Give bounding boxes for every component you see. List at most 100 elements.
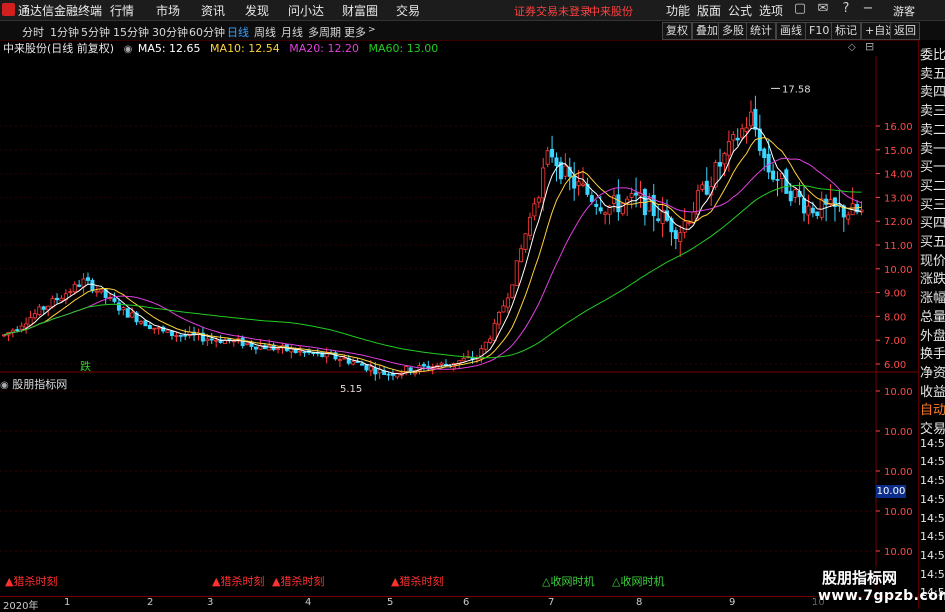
- y-tick-label: 16.00: [884, 122, 913, 133]
- menu-faxian[interactable]: 发现: [245, 2, 269, 19]
- menu-banmian[interactable]: 版面: [697, 2, 721, 19]
- sidebar-row[interactable]: 14:56: [920, 455, 945, 468]
- candle-body: [143, 320, 148, 327]
- settings-icon[interactable]: ◉: [124, 44, 133, 55]
- sidebar-row[interactable]: 14:56: [920, 512, 945, 525]
- tab-60min[interactable]: 60分钟: [189, 24, 225, 40]
- sidebar-row[interactable]: 卖五: [920, 63, 945, 82]
- mail-icon[interactable]: ✉: [815, 1, 831, 17]
- sidebar-row[interactable]: 14:56: [920, 474, 945, 487]
- sidebar-row[interactable]: 总量: [920, 306, 945, 325]
- sidebar-row[interactable]: 买四: [920, 212, 945, 231]
- candle-body: [616, 194, 621, 213]
- sidebar-row[interactable]: 净资: [920, 362, 945, 381]
- tab-1min[interactable]: 1分钟: [50, 24, 79, 40]
- x-tick: 7: [548, 597, 555, 608]
- menu-zixun[interactable]: 资讯: [201, 2, 225, 19]
- sidebar-row[interactable]: 买一: [920, 156, 945, 175]
- candlestick-series: [2, 95, 864, 381]
- ma60-label: MA60: 13.00: [368, 42, 439, 55]
- candle-body: [563, 165, 568, 177]
- menu-gongneng[interactable]: 功能: [666, 2, 690, 19]
- statistics-button[interactable]: 统计: [746, 22, 776, 40]
- candle-body: [90, 279, 95, 292]
- sidebar-row[interactable]: 委比: [920, 44, 945, 63]
- skin-icon[interactable]: ▢: [792, 1, 808, 17]
- candle-body: [209, 338, 214, 341]
- candle-body: [205, 338, 210, 342]
- candle-body: [253, 346, 258, 350]
- sidebar-row[interactable]: 自动: [920, 399, 945, 418]
- sub-y-tick-label: 10.00: [884, 427, 913, 438]
- sub-y-tick-label: 10.00: [884, 507, 913, 518]
- menu-gongshi[interactable]: 公式: [728, 2, 752, 19]
- sidebar-row[interactable]: 买三: [920, 194, 945, 213]
- sidebar-row[interactable]: 卖一: [920, 138, 945, 157]
- sidebar-row[interactable]: 涨幅: [920, 287, 945, 306]
- sidebar-row[interactable]: 卖三: [920, 100, 945, 119]
- mark-button[interactable]: 标记: [831, 22, 861, 40]
- sidebar-row[interactable]: 外盘: [920, 325, 945, 344]
- sidebar-row[interactable]: 卖二: [920, 119, 945, 138]
- candle-body: [536, 197, 541, 203]
- back-button[interactable]: 返回: [890, 22, 920, 40]
- moving-average-lines: [3, 127, 862, 375]
- tab-30min[interactable]: 30分钟: [152, 24, 188, 40]
- tab-monthly[interactable]: 月线: [281, 24, 303, 40]
- sidebar-row[interactable]: 14:56: [920, 437, 945, 450]
- sidebar-row[interactable]: 买五: [920, 231, 945, 250]
- tab-more[interactable]: 更多: [344, 24, 366, 40]
- collapse-icon[interactable]: ⊟: [865, 40, 874, 53]
- menu-shichang[interactable]: 市场: [156, 2, 180, 19]
- sub-settings-icon[interactable]: ◉: [0, 380, 9, 391]
- candle-body: [527, 216, 532, 236]
- ma20-label: MA20: 12.20: [289, 42, 359, 55]
- sidebar-row[interactable]: 交易: [920, 418, 945, 437]
- sidebar-row[interactable]: 涨跌: [920, 268, 945, 287]
- sidebar-row[interactable]: 14:56: [920, 493, 945, 506]
- sidebar-row[interactable]: 14:56: [920, 549, 945, 562]
- draw-line-button[interactable]: 画线: [776, 22, 806, 40]
- candle-body: [519, 248, 524, 263]
- tab-daily[interactable]: 日线: [227, 24, 249, 40]
- sidebar-row[interactable]: 换手: [920, 343, 945, 362]
- menu-xuanxiang[interactable]: 选项: [759, 2, 783, 19]
- kline-chart[interactable]: 16.00 15.00 14.00 13.00 12.00 11.00 10.00 9.00 8…: [0, 56, 918, 596]
- f10-button[interactable]: F10: [805, 22, 834, 40]
- fuquan-button[interactable]: 复权: [662, 22, 692, 40]
- tab-weekly[interactable]: 周线: [254, 24, 276, 40]
- menu-wenxiaoda[interactable]: 问小达: [288, 2, 324, 19]
- menu-jiaoyi[interactable]: 交易: [396, 2, 420, 19]
- menu-caifuquan[interactable]: 财富圈: [342, 2, 378, 19]
- guest-login[interactable]: 游客: [893, 3, 915, 19]
- tab-15min[interactable]: 15分钟: [113, 24, 149, 40]
- sidebar-row[interactable]: 现价: [920, 250, 945, 269]
- candle-body: [24, 323, 29, 328]
- candle-body: [19, 325, 24, 330]
- candle-body: [94, 290, 99, 293]
- candle-body: [373, 367, 378, 375]
- login-warning[interactable]: 证券交易未登录: [514, 3, 591, 19]
- candle-body: [589, 195, 594, 202]
- sidebar-row[interactable]: 买二: [920, 175, 945, 194]
- menu-hangqing[interactable]: 行情: [110, 2, 134, 19]
- candle-body: [364, 364, 369, 371]
- candle-body: [722, 152, 727, 165]
- candle-body: [165, 329, 170, 333]
- more-arrow-icon[interactable]: >: [368, 25, 376, 35]
- stock-title: 中来股份(日线 前复权): [3, 42, 115, 55]
- sidebar-row[interactable]: 14:56: [920, 568, 945, 581]
- sidebar-row[interactable]: 卖四: [920, 81, 945, 100]
- tab-fenshi[interactable]: 分时: [22, 24, 44, 40]
- diamond-icon[interactable]: ◇: [848, 42, 856, 53]
- candle-body: [147, 325, 152, 329]
- candle-body: [351, 361, 356, 365]
- minimize-icon[interactable]: −: [860, 1, 876, 17]
- sidebar-row[interactable]: 收益: [920, 381, 945, 400]
- candle-body: [15, 329, 20, 331]
- tab-multi-period[interactable]: 多周期: [308, 24, 341, 40]
- tab-5min[interactable]: 5分钟: [81, 24, 110, 40]
- help-icon[interactable]: ?: [838, 1, 854, 17]
- multi-stock-button[interactable]: 多股: [718, 22, 748, 40]
- sidebar-row[interactable]: 14:56: [920, 530, 945, 543]
